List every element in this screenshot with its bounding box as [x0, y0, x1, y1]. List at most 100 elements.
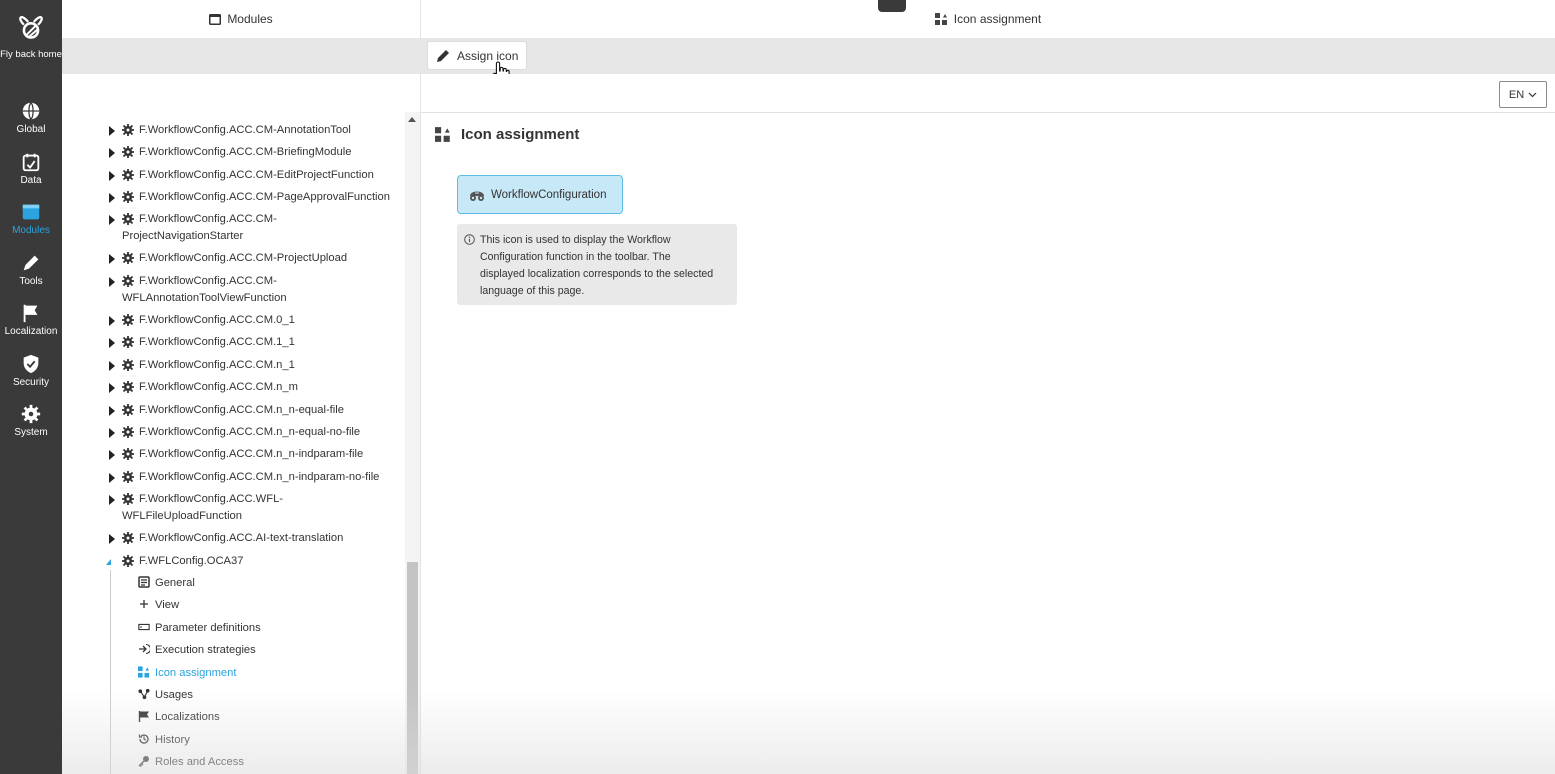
tree-item-label: F.WorkflowConfig.ACC.CM-	[139, 275, 277, 287]
expand-triangle-icon[interactable]	[109, 534, 115, 544]
sub-header: EN	[62, 74, 1555, 113]
tree-child-parameter-definitions[interactable]: Parameter definitions	[138, 620, 261, 637]
tree-item-label: F.WorkflowConfig.ACC.CM-ProjectUpload	[139, 252, 348, 264]
tree-item-label: F.WorkflowConfig.ACC.CM.n_m	[139, 381, 298, 393]
tree-guide-line	[110, 570, 111, 774]
fly-back-home-label: Fly back home	[0, 49, 62, 60]
assign-icon-button[interactable]: Assign icon	[428, 42, 527, 69]
gear-icon	[122, 493, 134, 505]
tree-child-roles-and-access[interactable]: Roles and Access	[138, 754, 244, 771]
expand-triangle-icon[interactable]	[109, 277, 115, 287]
execution-icon	[139, 643, 150, 655]
panel-divider	[420, 74, 421, 112]
tree-child-label: Parameter definitions	[155, 622, 261, 634]
chevron-down-icon	[1528, 92, 1537, 97]
collapse-triangle-icon[interactable]	[106, 559, 111, 565]
rail-label-system: System	[14, 427, 48, 438]
tree-item-label: F.WorkflowConfig.ACC.CM.n_1	[139, 359, 295, 371]
expand-triangle-icon[interactable]	[109, 383, 115, 393]
workflow-configuration-label: WorkflowConfiguration	[491, 188, 607, 201]
expand-triangle-icon[interactable]	[109, 126, 115, 136]
tree-child-label: Roles and Access	[155, 756, 244, 768]
icon-assignment-icon	[934, 13, 947, 25]
expand-triangle-icon[interactable]	[109, 171, 115, 181]
expand-triangle-icon[interactable]	[109, 473, 115, 483]
rail-item-tools[interactable]: Tools	[0, 252, 62, 287]
tree-child-usages[interactable]: Usages	[138, 687, 193, 704]
tree-scrollbar-thumb[interactable]	[407, 562, 418, 774]
expand-triangle-icon[interactable]	[109, 338, 115, 348]
expand-triangle-icon[interactable]	[109, 316, 115, 326]
workflow-configuration-icon	[470, 191, 484, 201]
scroll-up-arrow-icon[interactable]	[408, 117, 416, 122]
tree-child-icon-assignment[interactable]: Icon assignment	[138, 665, 236, 682]
rail-label-modules: Modules	[12, 225, 50, 236]
tree-item-label: F.WorkflowConfig.ACC.CM.n_n-equal-file	[139, 404, 344, 416]
plus-icon	[140, 600, 148, 608]
expand-triangle-icon[interactable]	[109, 254, 115, 264]
module-tree: F.WorkflowConfig.ACC.CM-AnnotationTool F…	[62, 112, 421, 774]
expand-triangle-icon[interactable]	[109, 215, 115, 225]
rail-item-security[interactable]: Security	[0, 353, 62, 388]
rail-item-global[interactable]: Global	[0, 100, 62, 135]
tree-child-label: Icon assignment	[155, 667, 237, 679]
tree-item-label: F.WorkflowConfig.ACC.CM-BriefingModule	[139, 146, 352, 158]
tree-item-label-continued: WFLFileUploadFunction	[122, 510, 243, 522]
info-message: This icon is used to display the Workflo…	[457, 224, 737, 305]
tree-item-label: F.WorkflowConfig.ACC.AI-text-translation	[139, 532, 344, 544]
gear-icon	[122, 314, 134, 326]
expand-triangle-icon[interactable]	[109, 361, 115, 371]
tree-item-label: F.WorkflowConfig.ACC.CM.0_1	[139, 314, 295, 326]
tree-child-label: General	[155, 577, 195, 589]
tree-item-label: F.WorkflowConfig.ACC.CM.n_n-indparam-no-…	[139, 471, 380, 483]
gear-icon	[122, 191, 134, 203]
info-line: language of this page.	[480, 285, 585, 297]
fly-back-home-button[interactable]: Fly back home	[0, 12, 62, 61]
expand-triangle-icon[interactable]	[109, 406, 115, 416]
tree-child-localizations[interactable]: Localizations	[138, 709, 220, 726]
rail-label-localization: Localization	[4, 326, 58, 337]
pencil-icon	[23, 255, 39, 271]
tree-child-general[interactable]: General	[138, 575, 195, 592]
language-select[interactable]: EN	[1499, 81, 1547, 108]
navigation-rail: Fly back home Global Data Modules Tools …	[0, 0, 62, 774]
key-icon	[138, 756, 149, 767]
tree-item-label: F.WorkflowConfig.ACC.CM.1_1	[139, 336, 295, 348]
toolbar: Assign icon	[62, 38, 1555, 74]
tree-item-label: F.WorkflowConfig.ACC.CM.n_n-equal-no-fil…	[139, 426, 361, 438]
gear-icon	[122, 124, 134, 136]
tree-child-label: History	[155, 734, 190, 746]
tree-child-history[interactable]: History	[138, 732, 190, 749]
tree-item-label: F.WorkflowConfig.ACC.CM-EditProjectFunct…	[139, 169, 374, 181]
tree-child-label: Usages	[155, 689, 193, 701]
rail-item-modules[interactable]: Modules	[0, 201, 62, 236]
tree-child-execution-strategies[interactable]: Execution strategies	[138, 642, 256, 659]
gear-icon	[122, 404, 134, 416]
tree-item[interactable]: F.WorkflowConfig.ACC.CM- WFLAnnotationTo…	[62, 273, 402, 307]
rail-item-data[interactable]: Data	[0, 151, 62, 186]
rail-label-data: Data	[20, 175, 42, 186]
tab-modules[interactable]: Modules	[62, 0, 421, 38]
parameter-icon	[138, 623, 150, 631]
workflow-configuration-icon-chip[interactable]: WorkflowConfiguration	[457, 175, 623, 214]
gear-icon	[122, 471, 134, 483]
icon-assignment-panel: Icon assignment WorkflowConfiguration Th…	[421, 112, 1555, 774]
tree-item[interactable]: F.WorkflowConfig.ACC.CM- ProjectNavigati…	[62, 211, 402, 245]
expand-triangle-icon[interactable]	[109, 450, 115, 460]
rail-item-system[interactable]: System	[0, 403, 62, 438]
info-line: displayed localization corresponds to th…	[480, 268, 714, 280]
expand-triangle-icon[interactable]	[109, 148, 115, 158]
expand-triangle-icon[interactable]	[109, 193, 115, 203]
rail-item-localization[interactable]: Localization	[0, 302, 62, 337]
info-line: This icon is used to display the Workflo…	[480, 234, 671, 246]
expand-triangle-icon[interactable]	[109, 495, 115, 505]
tree-item[interactable]: F.WorkflowConfig.ACC.WFL- WFLFileUploadF…	[62, 491, 402, 525]
icon-assignment-icon	[138, 666, 150, 678]
top-header: Modules Icon assignment	[62, 0, 1555, 39]
rail-label-global: Global	[16, 124, 46, 135]
popup-handle[interactable]	[878, 0, 906, 12]
rail-label-security: Security	[12, 377, 50, 388]
expand-triangle-icon[interactable]	[109, 428, 115, 438]
tree-child-view[interactable]: View	[138, 597, 179, 614]
tab-icon-assignment[interactable]: Icon assignment	[421, 0, 1555, 38]
